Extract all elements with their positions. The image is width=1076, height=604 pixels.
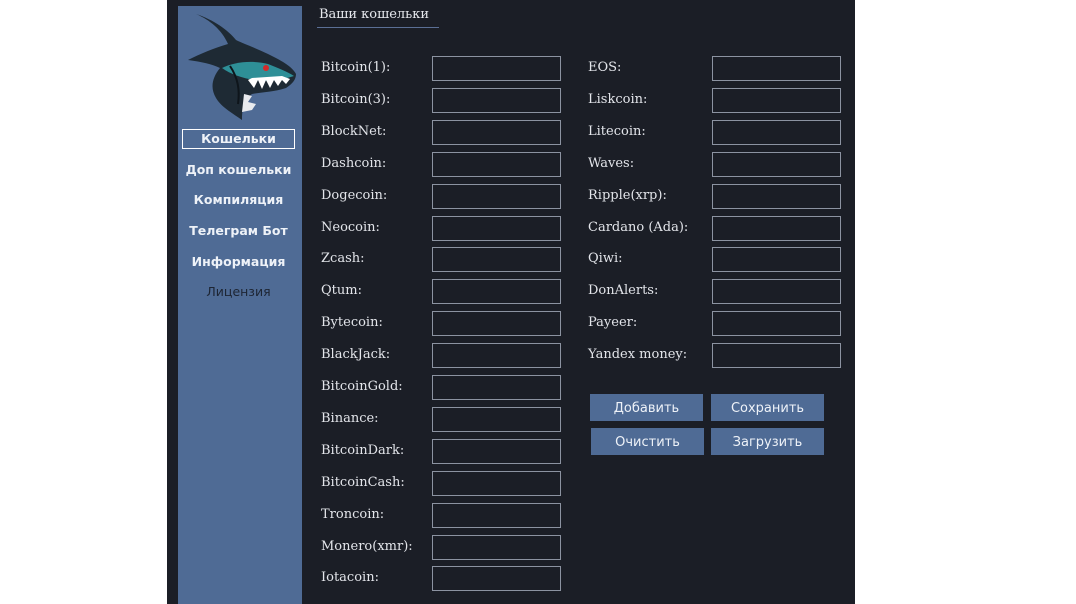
wallet-label: Yandex money:	[588, 347, 688, 363]
wallet-address-input[interactable]	[712, 215, 841, 241]
wallet-address-input[interactable]	[432, 56, 561, 81]
wallet-address-input[interactable]	[432, 534, 561, 560]
nav-item-license[interactable]: Лицензия	[182, 282, 295, 302]
wallet-label: Bytecoin:	[321, 315, 383, 331]
wallet-address-input[interactable]	[432, 279, 561, 305]
wallet-label: Neocoin:	[321, 219, 380, 235]
app-window: Кошельки Доп кошельки Компиляция Телегра…	[167, 0, 855, 604]
wallet-address-input[interactable]	[432, 87, 561, 113]
wallet-address-input[interactable]	[432, 247, 561, 273]
wallet-label: Dashcoin:	[321, 155, 387, 171]
nav-item-compilation[interactable]: Компиляция	[182, 190, 295, 210]
wallet-label: Cardano (Ada):	[588, 219, 689, 235]
wallet-address-input[interactable]	[432, 502, 561, 528]
wallet-address-input[interactable]	[432, 151, 561, 177]
wallet-label: DonAlerts:	[588, 283, 659, 299]
wallet-address-input[interactable]	[432, 119, 561, 145]
wallet-address-input[interactable]	[712, 151, 841, 177]
wallet-address-input[interactable]	[712, 311, 841, 337]
wallet-label: Binance:	[321, 410, 379, 426]
wallet-label: BlockNet:	[321, 123, 387, 139]
nav-item-extra-wallets[interactable]: Доп кошельки	[182, 160, 295, 180]
wallet-label: EOS:	[588, 60, 622, 75]
wallet-address-input[interactable]	[712, 247, 841, 273]
wallet-label: Zcash:	[321, 251, 365, 267]
wallet-label: Iotacoin:	[321, 570, 379, 586]
wallet-label: Waves:	[588, 155, 635, 171]
wallet-address-input[interactable]	[432, 438, 561, 464]
nav-item-information[interactable]: Информация	[182, 252, 295, 272]
wallet-address-input[interactable]	[432, 311, 561, 337]
wallet-address-input[interactable]	[432, 375, 561, 400]
save-button[interactable]: Сохранить	[711, 394, 824, 421]
wallet-label: BitcoinCash:	[321, 474, 405, 490]
load-button[interactable]: Загрузить	[711, 428, 824, 455]
wallet-address-input[interactable]	[712, 279, 841, 305]
wallet-address-input[interactable]	[432, 215, 561, 241]
wallet-label: BitcoinDark:	[321, 442, 405, 458]
wallet-address-input[interactable]	[432, 470, 561, 496]
wallet-label: Monero(xmr):	[321, 538, 413, 554]
wallet-label: Ripple(xrp):	[588, 187, 667, 203]
wallet-address-input[interactable]	[432, 183, 561, 209]
nav-item-wallets[interactable]: Кошельки	[182, 129, 295, 149]
wallet-address-input[interactable]	[432, 406, 561, 432]
wallet-label: Dogecoin:	[321, 187, 388, 203]
wallet-address-input[interactable]	[432, 343, 561, 369]
section-title-underline	[317, 27, 439, 28]
wallet-label: Qtum:	[321, 283, 362, 299]
wallet-address-input[interactable]	[712, 183, 841, 209]
nav-item-telegram-bot[interactable]: Телеграм Бот	[182, 221, 295, 241]
wallet-label: Liskcoin:	[588, 91, 648, 107]
wallet-label: Bitcoin(1):	[321, 60, 391, 75]
wallet-label: BitcoinGold:	[321, 379, 403, 394]
wallet-label: Qiwi:	[588, 251, 623, 267]
wallet-label: Litecoin:	[588, 123, 646, 139]
wallet-address-input[interactable]	[712, 56, 841, 81]
clear-button[interactable]: Очистить	[591, 428, 704, 455]
wallet-label: Payeer:	[588, 315, 638, 331]
wallet-address-input[interactable]	[712, 343, 841, 369]
wallet-address-input[interactable]	[712, 87, 841, 113]
section-title: Ваши кошельки	[319, 7, 430, 22]
wallet-label: Troncoin:	[321, 506, 385, 522]
wallet-address-input[interactable]	[432, 566, 561, 592]
wallet-label: BlackJack:	[321, 347, 391, 363]
wallet-address-input[interactable]	[712, 119, 841, 145]
wallet-label: Bitcoin(3):	[321, 91, 391, 107]
shark-logo-icon	[188, 14, 296, 120]
sidebar: Кошельки Доп кошельки Компиляция Телегра…	[178, 6, 302, 604]
add-button[interactable]: Добавить	[590, 394, 703, 421]
